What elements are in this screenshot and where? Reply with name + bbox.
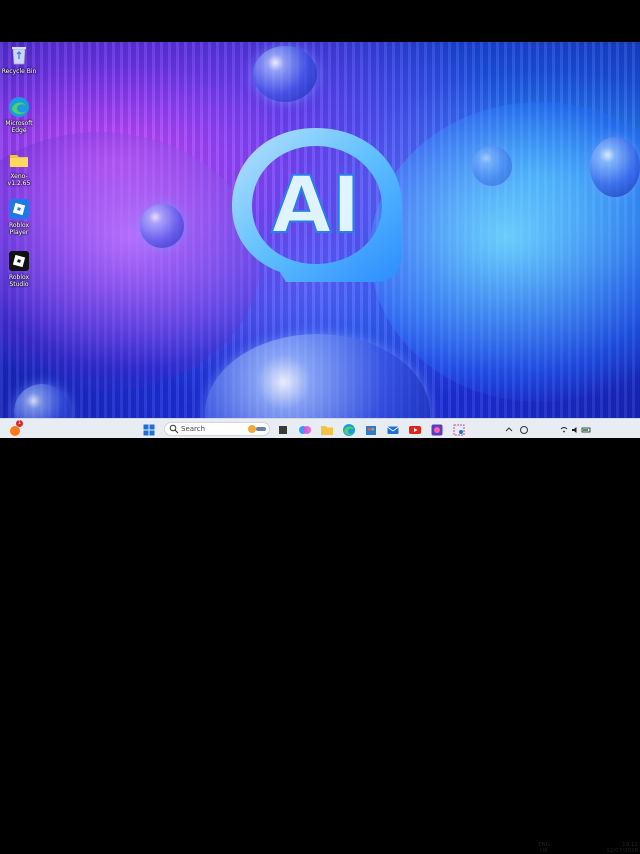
- edge-icon: [8, 96, 30, 118]
- taskbar: 1 Search ENG UK 19:12 12/07/2026: [0, 418, 640, 854]
- recycle-bin-icon: [8, 44, 30, 66]
- copilot-icon: [299, 426, 311, 434]
- widgets-button[interactable]: 1: [8, 420, 23, 436]
- wallpaper-orb: [140, 204, 184, 248]
- desktop-icon-roblox-player[interactable]: Roblox Player: [0, 198, 38, 236]
- copilot-button[interactable]: [298, 422, 312, 436]
- letterbox-bottom: [0, 438, 640, 480]
- desktop-icon-xeno-folder[interactable]: Xeno-v1.2.65: [0, 149, 38, 187]
- network-cloud-icon: [520, 426, 528, 434]
- wallpaper-orb: [253, 46, 317, 102]
- chevron-up-icon: [505, 427, 513, 432]
- task-view-icon: [279, 426, 287, 434]
- wallpaper-orb: [472, 146, 512, 186]
- roblox-studio-icon: [8, 250, 30, 272]
- store-icon: [366, 426, 376, 435]
- youtube-icon: [409, 426, 421, 434]
- youtube-button[interactable]: [408, 422, 422, 436]
- folder-icon: [8, 149, 30, 171]
- desktop-icon-label: Xeno-v1.2.65: [7, 173, 31, 187]
- clock-date: 12/07/2026: [606, 848, 638, 854]
- search-highlight-icon: [248, 425, 266, 433]
- start-button[interactable]: [142, 422, 156, 436]
- onedrive-tray-button[interactable]: [518, 422, 530, 436]
- desktop-icon-microsoft-edge[interactable]: Microsoft Edge: [0, 96, 38, 134]
- mail-button[interactable]: [386, 422, 400, 436]
- desktop-icon-label: Recycle Bin: [1, 68, 37, 75]
- start-icon: [143, 424, 155, 436]
- show-hidden-icons-button[interactable]: [504, 422, 514, 436]
- roblox-player-icon: [8, 198, 30, 220]
- ai-logo-icon: AI: [232, 128, 402, 282]
- search-icon: [169, 424, 179, 434]
- quick-settings-button[interactable]: [558, 422, 594, 436]
- edge-taskbar-button[interactable]: [342, 422, 356, 436]
- mail-icon: [387, 426, 399, 434]
- file-explorer-button[interactable]: [320, 422, 334, 436]
- wifi-volume-battery-icons: [560, 427, 591, 433]
- store-button[interactable]: [364, 422, 378, 436]
- language-indicator[interactable]: ENG UK: [534, 842, 554, 854]
- photos-icon: [431, 424, 443, 436]
- desktop-icon-recycle-bin[interactable]: Recycle Bin: [0, 44, 38, 75]
- photos-button[interactable]: [430, 422, 444, 436]
- desktop-icon-label: Microsoft Edge: [5, 120, 33, 134]
- clock[interactable]: 19:12 12/07/2026: [604, 842, 638, 854]
- desktop-icon-label: Roblox Studio: [8, 274, 30, 288]
- ai-logo-text: AI: [271, 161, 360, 251]
- snipping-tool-icon: [453, 424, 465, 436]
- edge-icon: [343, 424, 355, 436]
- wallpaper-orb: [590, 137, 640, 197]
- desktop-icon-roblox-studio[interactable]: Roblox Studio: [0, 250, 38, 288]
- notification-badge: 1: [16, 420, 23, 427]
- taskbar-search-box[interactable]: Search: [164, 422, 270, 436]
- task-view-button[interactable]: [276, 422, 290, 436]
- keyboard-layout: UK: [540, 848, 548, 854]
- desktop-icon-label: Roblox Player: [8, 222, 30, 236]
- desktop-wallpaper: AI Recycle Bin Microsoft Edge Xeno-v1.2.…: [0, 42, 640, 438]
- search-placeholder: Search: [181, 425, 206, 433]
- snipping-tool-button[interactable]: [452, 422, 466, 436]
- file-explorer-icon: [321, 426, 333, 435]
